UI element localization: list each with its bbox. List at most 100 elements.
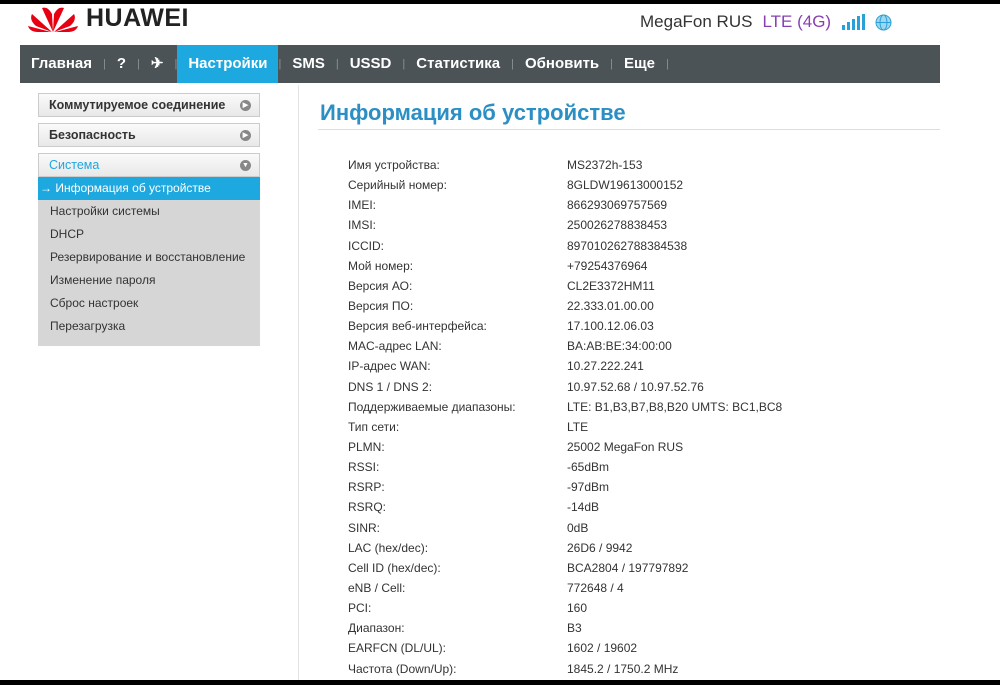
nav-settings[interactable]: Настройки — [177, 45, 279, 83]
info-row: PLMN: 25002 MegaFon RUS — [348, 437, 782, 457]
nav-more[interactable]: Еще — [613, 45, 666, 83]
info-label: Серийный номер: — [348, 178, 447, 193]
info-label: PLMN: — [348, 439, 385, 454]
info-row: eNB / Cell: 772648 / 4 — [348, 578, 782, 598]
info-label: Тип сети: — [348, 419, 400, 434]
info-label: Мой номер: — [348, 258, 414, 273]
info-row: PCI: 160 — [348, 598, 782, 618]
info-value: CL2E3372HM11 — [567, 278, 655, 293]
sidebar-item-dhcp[interactable]: DHCP — [38, 223, 260, 246]
sidebar-item-backup-restore[interactable]: Резервирование и восстановление — [38, 246, 260, 269]
info-value: BCA2804 / 197797892 — [567, 560, 689, 575]
info-label: RSRQ: — [348, 500, 387, 515]
satellite-icon: ✈ — [150, 55, 164, 72]
sidebar: Коммутируемое соединение ▶ Безопасность ▶ … — [38, 93, 260, 346]
title-underline — [318, 129, 940, 130]
nav-update[interactable]: Обновить — [514, 45, 610, 83]
info-value: 10.97.52.68 / 10.97.52.76 — [567, 379, 704, 394]
info-row: LAC (hex/dec): 26D6 / 9942 — [348, 538, 782, 558]
sidebar-section-security[interactable]: Безопасность ▶ — [38, 123, 260, 147]
info-value: BA:AB:BE:34:00:00 — [567, 339, 672, 354]
info-value: 10.27.222.241 — [567, 359, 644, 374]
sidebar-item-device-info[interactable]: → Информация об устройстве — [38, 177, 260, 200]
info-label: IMEI: — [348, 198, 377, 213]
info-label: Версия АО: — [348, 278, 413, 293]
info-value: 8GLDW19613000152 — [567, 178, 684, 193]
info-value: B3 — [567, 621, 582, 636]
nav-ussd[interactable]: USSD — [339, 45, 403, 83]
main-nav: Главная | ? | ✈ | Настройки | SMS | USSD | Ста… — [20, 45, 940, 83]
info-label: Версия веб-интерфейса: — [348, 319, 487, 334]
info-row: RSSI: -65dBm — [348, 457, 782, 477]
info-row: EARFCN (DL/UL): 1602 / 19602 — [348, 638, 782, 658]
section-label: Безопасность — [49, 128, 136, 142]
info-value: 22.333.01.00.00 — [567, 298, 654, 313]
info-value: 25002 MegaFon RUS — [567, 439, 684, 454]
operator-name: MegaFon RUS — [640, 12, 753, 31]
info-label: LAC (hex/dec): — [348, 540, 429, 555]
sidebar-item-factory-reset[interactable]: Сброс настроек — [38, 292, 260, 315]
nav-help[interactable]: ? — [106, 45, 137, 83]
chevron-right-icon: ▶ — [240, 99, 251, 111]
network-type: LTE (4G) — [762, 12, 832, 31]
info-label: DNS 1 / DNS 2: — [348, 379, 433, 394]
info-label: Cell ID (hex/dec): — [348, 560, 441, 575]
info-label: Имя устройства: — [348, 158, 440, 172]
info-label: EARFCN (DL/UL): — [348, 641, 447, 656]
info-row: Версия веб-интерфейса: 17.100.12.06.03 — [348, 316, 782, 336]
info-value: 1602 / 19602 — [567, 641, 638, 656]
sidebar-section-system[interactable]: Система ▼ — [38, 153, 260, 177]
info-label: Поддерживаемые диапазоны: — [348, 399, 516, 414]
info-row: SINR: 0dB — [348, 518, 782, 538]
info-value: 1845.2 / 1750.2 MHz — [567, 661, 679, 676]
sidebar-item-reboot[interactable]: Перезагрузка — [38, 315, 260, 338]
info-row: DNS 1 / DNS 2: 10.97.52.68 / 10.97.52.76 — [348, 377, 782, 397]
info-row: Версия ПО: 22.333.01.00.00 — [348, 296, 782, 316]
info-value: -97dBm — [567, 480, 610, 495]
info-value: 897010262788384538 — [567, 238, 688, 253]
info-label: RSRP: — [348, 480, 385, 495]
signal-strength-icon — [842, 14, 866, 30]
info-label: ICCID: — [348, 238, 384, 253]
huawei-flower-icon — [28, 7, 78, 32]
info-label: eNB / Cell: — [348, 580, 406, 595]
globe-icon — [875, 14, 892, 30]
nav-sms[interactable]: SMS — [281, 45, 336, 83]
info-label: Диапазон: — [348, 621, 405, 636]
info-value: +79254376964 — [567, 258, 648, 273]
info-value: MS2372h-153 — [567, 158, 643, 172]
info-row: IMEI: 866293069757569 — [348, 195, 782, 215]
info-row: Cell ID (hex/dec): BCA2804 / 197797892 — [348, 558, 782, 578]
info-value: 17.100.12.06.03 — [567, 319, 654, 334]
divider — [298, 85, 299, 680]
info-row: RSRP: -97dBm — [348, 477, 782, 497]
nav-statistics[interactable]: Статистика — [405, 45, 511, 83]
info-label: RSSI: — [348, 460, 380, 475]
info-label: PCI: — [348, 601, 372, 616]
info-value: 0dB — [567, 520, 589, 535]
info-row: Диапазон: B3 — [348, 618, 782, 638]
nav-home[interactable]: Главная — [20, 45, 103, 83]
info-row: Имя устройства: MS2372h-153 — [348, 155, 782, 175]
brand-name: HUAWEI — [86, 4, 189, 32]
huawei-logo: HUAWEI — [28, 4, 189, 33]
info-row: RSRQ: -14dB — [348, 497, 782, 517]
info-value: -65dBm — [567, 460, 610, 475]
info-row: Тип сети: LTE — [348, 417, 782, 437]
info-label: Версия ПО: — [348, 298, 414, 313]
info-value: 160 — [567, 601, 588, 616]
nav-satellite[interactable]: ✈ — [140, 45, 175, 83]
sidebar-item-change-password[interactable]: Изменение пароля — [38, 269, 260, 292]
device-info-table: Имя устройства: MS2372h-153 Серийный номер… — [348, 155, 782, 679]
info-label: IMSI: — [348, 218, 377, 233]
info-value: 26D6 / 9942 — [567, 540, 633, 555]
info-row: Частота (Down/Up): 1845.2 / 1750.2 MHz — [348, 659, 782, 679]
chevron-right-icon: ▶ — [240, 129, 251, 141]
info-value: -14dB — [567, 500, 600, 515]
info-row: IP-адрес WAN: 10.27.222.241 — [348, 356, 782, 376]
sidebar-item-system-settings[interactable]: Настройки системы — [38, 200, 260, 223]
info-value: 772648 / 4 — [567, 580, 624, 595]
section-label: Коммутируемое соединение — [49, 98, 226, 112]
sidebar-section-dialup[interactable]: Коммутируемое соединение ▶ — [38, 93, 260, 117]
info-row: Мой номер: +79254376964 — [348, 256, 782, 276]
